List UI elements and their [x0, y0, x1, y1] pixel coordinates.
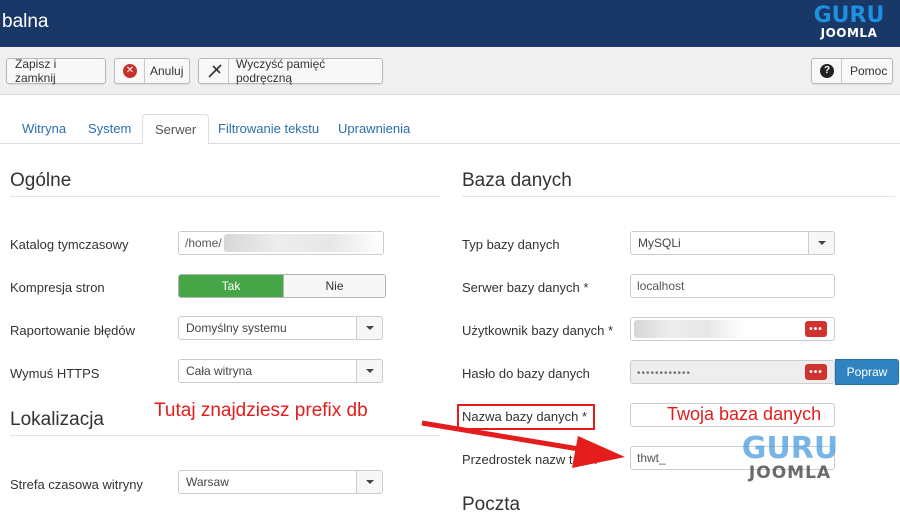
watermark-text-top: GURU [741, 431, 839, 466]
watermark-text-bottom: JOOMLA [748, 463, 832, 483]
guru-joomla-watermark: GURU JOOMLA [736, 431, 844, 483]
